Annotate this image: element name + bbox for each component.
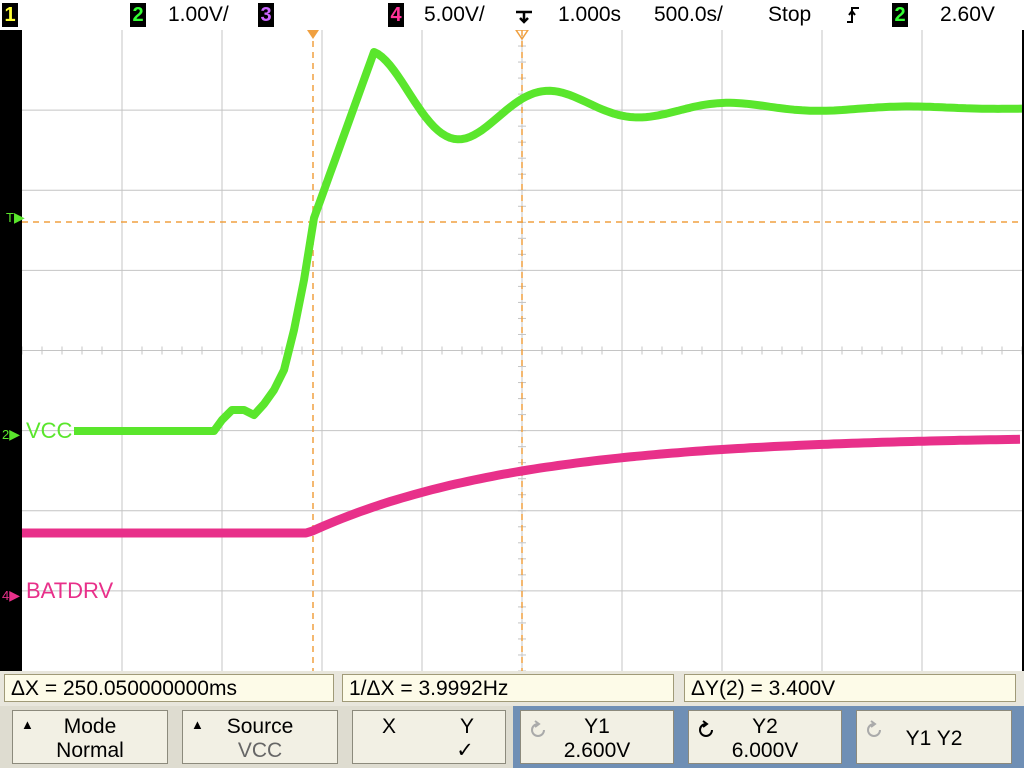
channel-1-indicator[interactable]: 1 bbox=[2, 3, 18, 27]
channel-4-label: BATDRV bbox=[26, 578, 114, 603]
rising-edge-icon bbox=[846, 4, 862, 28]
waveform-plot bbox=[22, 30, 1022, 671]
trigger-level-marker[interactable]: T▶ bbox=[6, 206, 25, 229]
channel-4-indicator[interactable]: 4 bbox=[388, 3, 404, 27]
checkmark-icon: ✓ bbox=[456, 739, 474, 762]
y1-y2-softkey[interactable]: Y1 Y2 bbox=[856, 710, 1012, 764]
channel-2-trace bbox=[74, 48, 1022, 435]
channel-2-indicator[interactable]: 2 bbox=[130, 3, 146, 27]
delta-x-readout: ΔX = 250.050000000ms bbox=[4, 674, 334, 702]
measurement-bar: ΔX = 250.050000000ms 1/ΔX = 3.9992Hz ΔY(… bbox=[0, 671, 1024, 706]
channel-2-label: VCC bbox=[26, 418, 73, 443]
trigger-source-indicator[interactable]: 2 bbox=[892, 3, 908, 27]
y2-softkey[interactable]: Y2 6.000V bbox=[688, 710, 842, 764]
delta-y-readout: ΔY(2) = 3.400V bbox=[684, 674, 1016, 702]
run-state: Stop bbox=[768, 3, 812, 26]
mode-softkey[interactable]: ▲ Mode Normal bbox=[12, 710, 168, 764]
delay-icon bbox=[513, 4, 535, 28]
softkey-bar: ▲ Mode Normal ▲ Source VCC X Y ✓ Y1 2.60… bbox=[0, 706, 1024, 768]
channel-4-scale: 5.00V/ bbox=[424, 3, 485, 26]
horizontal-delay: 1.000s bbox=[558, 3, 622, 26]
x-y-cursor-softkey[interactable]: X Y ✓ bbox=[352, 710, 506, 764]
status-bar: 1 2 1.00V/ 3 4 5.00V/ 1.000s 500.0s/ Sto… bbox=[0, 0, 1024, 30]
channel-4-ground-marker[interactable]: 4▶ bbox=[2, 582, 20, 607]
channel-2-scale: 1.00V/ bbox=[168, 3, 229, 26]
x1-cursor-marker bbox=[307, 30, 319, 39]
y1-softkey[interactable]: Y1 2.600V bbox=[520, 710, 674, 764]
channel-3-indicator[interactable]: 3 bbox=[258, 3, 274, 27]
channel-4-trace bbox=[22, 434, 1021, 538]
inverse-delta-x-readout: 1/ΔX = 3.9992Hz bbox=[342, 674, 674, 702]
oscilloscope-display: 1 2 1.00V/ 3 4 5.00V/ 1.000s 500.0s/ Sto… bbox=[0, 0, 1024, 768]
waveform-area[interactable] bbox=[22, 30, 1022, 671]
channel-2-ground-marker[interactable]: 2▶ bbox=[2, 421, 20, 446]
timebase-scale: 500.0s/ bbox=[654, 3, 723, 26]
trigger-level: 2.60V bbox=[940, 3, 995, 26]
